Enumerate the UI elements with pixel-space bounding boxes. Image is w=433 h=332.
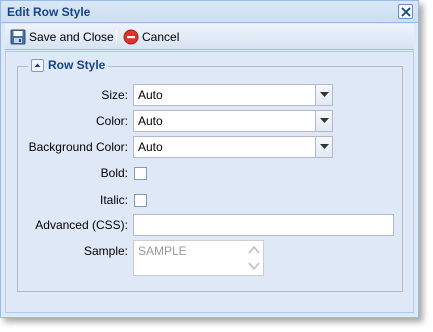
background-color-dropdown-trigger[interactable] (315, 137, 332, 157)
size-value: Auto (138, 88, 163, 102)
sample-scroll-arrows (248, 244, 260, 275)
bold-label: Bold: (100, 166, 128, 180)
size-label: Size: (101, 88, 128, 102)
save-disk-icon (10, 29, 26, 45)
fieldset-title: Row Style (48, 58, 106, 72)
color-combo[interactable]: Auto (133, 110, 333, 132)
window-body: Row Style Size: Auto Color: Auto Backgro… (5, 51, 414, 313)
row-style-fieldset: Row Style Size: Auto Color: Auto Backgro… (17, 58, 403, 292)
italic-checkbox[interactable] (134, 194, 147, 207)
color-dropdown-trigger[interactable] (315, 111, 332, 131)
scroll-arrows-icon (248, 245, 260, 271)
edit-row-style-window: Edit Row Style Save and Close Cancel Row… (0, 0, 419, 318)
background-color-combo[interactable]: Auto (133, 136, 333, 158)
chevron-down-icon (320, 118, 329, 123)
cancel-button[interactable]: Cancel (123, 27, 179, 47)
italic-label: Italic: (99, 193, 128, 207)
advanced-css-label: Advanced (CSS): (35, 218, 128, 232)
cancel-circle-icon (123, 29, 139, 45)
collapse-up-icon (34, 63, 41, 67)
title-bar[interactable]: Edit Row Style (1, 1, 418, 23)
advanced-css-input[interactable] (133, 214, 394, 236)
close-button[interactable] (398, 4, 413, 19)
save-and-close-button[interactable]: Save and Close (10, 27, 114, 47)
close-icon (401, 7, 411, 17)
chevron-down-icon (320, 144, 329, 149)
sample-text: SAMPLE (138, 244, 187, 258)
background-color-label: Background Color: (28, 140, 128, 154)
color-value: Auto (138, 114, 163, 128)
sample-preview: SAMPLE (133, 240, 264, 276)
fieldset-legend: Row Style (28, 58, 109, 72)
color-label: Color: (95, 114, 128, 128)
cancel-label: Cancel (142, 30, 180, 44)
background-color-value: Auto (138, 140, 163, 154)
bold-checkbox[interactable] (134, 167, 147, 180)
window-title: Edit Row Style (7, 5, 91, 19)
form-panel: Row Style Size: Auto Color: Auto Backgro… (5, 51, 414, 313)
sample-label: Sample: (83, 244, 128, 258)
size-combo[interactable]: Auto (133, 84, 333, 106)
size-dropdown-trigger[interactable] (315, 85, 332, 105)
toolbar: Save and Close Cancel (5, 24, 414, 50)
toolbar-separator (116, 30, 117, 44)
chevron-down-icon (320, 92, 329, 97)
collapse-toggle[interactable] (31, 58, 44, 72)
save-and-close-label: Save and Close (29, 30, 114, 44)
